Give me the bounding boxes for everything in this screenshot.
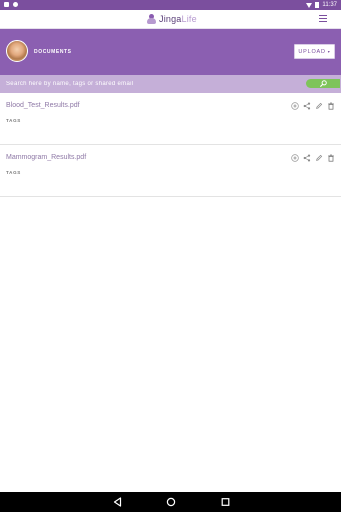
search-input[interactable]	[6, 78, 302, 90]
logo-text: JingaLife	[159, 14, 197, 24]
document-row: Blood_Test_Results.pdf TAGS	[0, 93, 341, 145]
app-logo: JingaLife	[147, 14, 197, 24]
info-icon[interactable]	[291, 102, 299, 110]
notification-icons	[4, 2, 18, 7]
app-bar: JingaLife	[0, 10, 341, 29]
delete-icon[interactable]	[327, 154, 335, 162]
home-icon[interactable]	[166, 497, 176, 507]
documents-header: DOCUMENTS	[0, 29, 341, 75]
info-icon[interactable]	[291, 154, 299, 162]
document-tags-label: TAGS	[6, 170, 21, 175]
share-icon[interactable]	[303, 102, 311, 110]
notification-icon	[4, 2, 9, 7]
brand-primary: Jinga	[159, 14, 182, 24]
search-icon	[320, 80, 327, 87]
wifi-icon	[306, 2, 313, 8]
battery-icon	[315, 2, 320, 8]
caret-down-icon: ▾	[327, 49, 331, 54]
page-title: DOCUMENTS	[34, 49, 72, 55]
document-name[interactable]: Blood_Test_Results.pdf	[6, 102, 80, 109]
recent-apps-icon[interactable]	[221, 497, 230, 507]
delete-icon[interactable]	[327, 102, 335, 110]
system-indicators: 11:37	[306, 1, 337, 9]
status-bar: 11:37	[0, 0, 341, 10]
hamburger-menu-icon[interactable]	[319, 15, 327, 22]
document-name[interactable]: Mammogram_Results.pdf	[6, 154, 86, 161]
system-navigation-bar	[0, 492, 341, 512]
edit-icon[interactable]	[315, 102, 323, 110]
back-icon[interactable]	[113, 497, 122, 507]
logo-icon	[147, 14, 156, 24]
notification-icon	[13, 2, 18, 7]
avatar[interactable]	[6, 40, 28, 62]
document-actions	[291, 154, 335, 162]
document-row: Mammogram_Results.pdf TAGS	[0, 145, 341, 197]
status-time: 11:37	[322, 2, 337, 8]
search-bar	[0, 75, 341, 93]
upload-button[interactable]: UPLOAD ▾	[294, 44, 335, 59]
brand-secondary: Life	[181, 14, 197, 24]
search-button[interactable]	[306, 79, 340, 88]
document-actions	[291, 102, 335, 110]
edit-icon[interactable]	[315, 154, 323, 162]
upload-label: UPLOAD	[298, 48, 326, 55]
share-icon[interactable]	[303, 154, 311, 162]
document-tags-label: TAGS	[6, 118, 21, 123]
